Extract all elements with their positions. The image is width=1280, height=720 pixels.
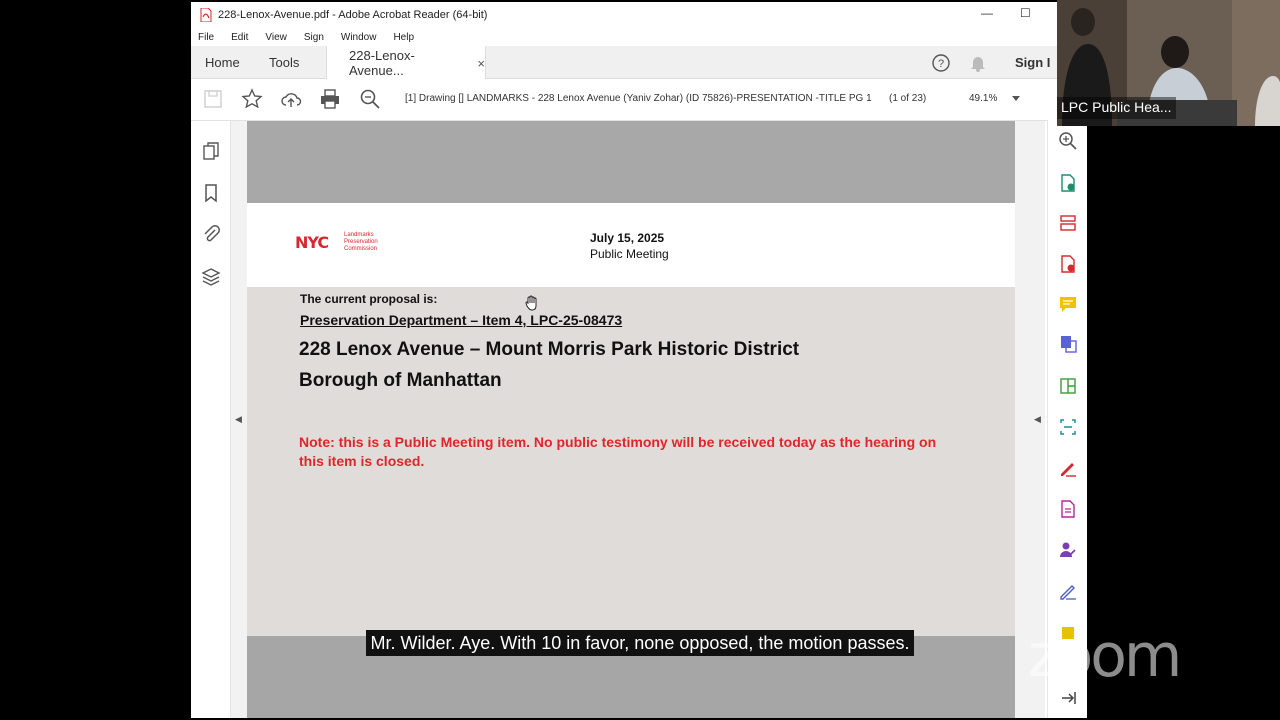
maximize-button[interactable]: ☐ [1020, 6, 1031, 20]
prepare-form-icon[interactable] [1058, 499, 1078, 519]
pdf-page: NYC Landmarks Preservation Commission Ju… [247, 121, 1015, 718]
svg-text:?: ? [938, 58, 944, 70]
request-signatures-icon[interactable] [1058, 540, 1078, 560]
document-viewer[interactable]: ◀ ◀ NYC Landmarks Preservation Commissio… [231, 121, 1045, 718]
window-title: 228-Lenox-Avenue.pdf - Adobe Acrobat Rea… [218, 9, 488, 21]
menu-file[interactable]: File [198, 32, 214, 43]
expand-panel-icon[interactable] [1058, 688, 1078, 708]
tab-tools[interactable]: Tools [269, 46, 299, 79]
tab-home[interactable]: Home [205, 46, 240, 79]
bookmark-star-icon[interactable] [241, 88, 263, 110]
help-icon[interactable]: ? [932, 54, 950, 72]
zoom-search-icon[interactable] [359, 88, 381, 110]
address-heading: 228 Lenox Avenue – Mount Morris Park His… [299, 339, 800, 360]
create-pdf-icon[interactable] [1058, 254, 1078, 274]
document-path: [1] Drawing [] LANDMARKS - 228 Lenox Ave… [405, 93, 872, 104]
attachments-paperclip-icon[interactable] [201, 224, 221, 244]
menu-view[interactable]: View [265, 32, 287, 43]
menu-help[interactable]: Help [393, 32, 414, 43]
department-item: Preservation Department – Item 4, LPC-25… [300, 312, 623, 328]
page-thumbnails-icon[interactable] [201, 141, 221, 161]
caption-text: Mr. Wilder. Aye. With 10 in favor, none … [365, 630, 915, 656]
menu-edit[interactable]: Edit [231, 32, 248, 43]
collapse-right-panel-icon[interactable]: ◀ [1034, 414, 1041, 425]
title-bar: 228-Lenox-Avenue.pdf - Adobe Acrobat Rea… [191, 2, 1057, 28]
menu-sign[interactable]: Sign [304, 32, 324, 43]
edit-pdf-icon[interactable] [1058, 376, 1078, 396]
menu-bar: File Edit View Sign Window Help [191, 28, 1057, 46]
comment-icon[interactable] [1058, 294, 1078, 314]
acrobat-window: 228-Lenox-Avenue.pdf - Adobe Acrobat Rea… [191, 2, 1057, 718]
organize-pages-icon[interactable] [1058, 213, 1078, 233]
public-meeting-note: Note: this is a Public Meeting item. No … [299, 434, 937, 469]
meeting-date: July 15, 2025 [590, 231, 665, 245]
menu-window[interactable]: Window [341, 32, 377, 43]
tab-close-button[interactable]: × [477, 56, 485, 71]
hand-cursor-icon [525, 295, 537, 311]
combine-files-icon[interactable] [1058, 334, 1078, 354]
bookmarks-icon[interactable] [201, 183, 221, 203]
page-count: (1 of 23) [889, 93, 927, 104]
pdf-file-icon [200, 8, 212, 22]
tab-document[interactable]: 228-Lenox-Avenue... × [326, 46, 486, 80]
borough-heading: Borough of Manhattan [299, 370, 502, 391]
minimize-button[interactable]: — [981, 6, 993, 20]
save-icon[interactable] [202, 88, 224, 110]
tab-document-label: 228-Lenox-Avenue... [349, 48, 415, 78]
sign-in-button[interactable]: Sign I [1015, 55, 1050, 70]
upload-cloud-icon[interactable] [280, 88, 302, 110]
screen: 228-Lenox-Avenue.pdf - Adobe Acrobat Rea… [0, 0, 1280, 720]
meeting-type: Public Meeting [590, 247, 669, 261]
export-pdf-icon[interactable] [1058, 173, 1078, 193]
notification-bell-icon[interactable] [970, 54, 986, 72]
collapse-left-panel-icon[interactable]: ◀ [235, 414, 242, 425]
layers-icon[interactable] [201, 267, 221, 287]
zoom-in-icon[interactable] [1058, 131, 1078, 151]
page-top-band [247, 121, 1015, 203]
print-icon[interactable] [319, 88, 341, 110]
fill-and-sign-icon[interactable] [1058, 458, 1078, 478]
toolbar: [1] Drawing [] LANDMARKS - 228 Lenox Ave… [191, 79, 1057, 121]
participant-name-label: LPC Public Hea... [1057, 97, 1176, 119]
scan-ocr-icon[interactable] [1058, 417, 1078, 437]
live-caption: Mr. Wilder. Aye. With 10 in favor, none … [0, 630, 1280, 656]
nyc-logo: NYC [295, 233, 329, 252]
draw-pen-icon[interactable] [1058, 581, 1078, 601]
zoom-level[interactable]: 49.1% [969, 93, 997, 104]
zoom-dropdown-chevron-icon[interactable] [1012, 96, 1020, 102]
left-navigation-panel [191, 121, 231, 718]
tab-bar: Home Tools 228-Lenox-Avenue... × ? Sign … [191, 46, 1057, 80]
current-proposal-label: The current proposal is: [300, 292, 438, 306]
lpc-logo-text: Landmarks Preservation Commission [344, 232, 378, 252]
